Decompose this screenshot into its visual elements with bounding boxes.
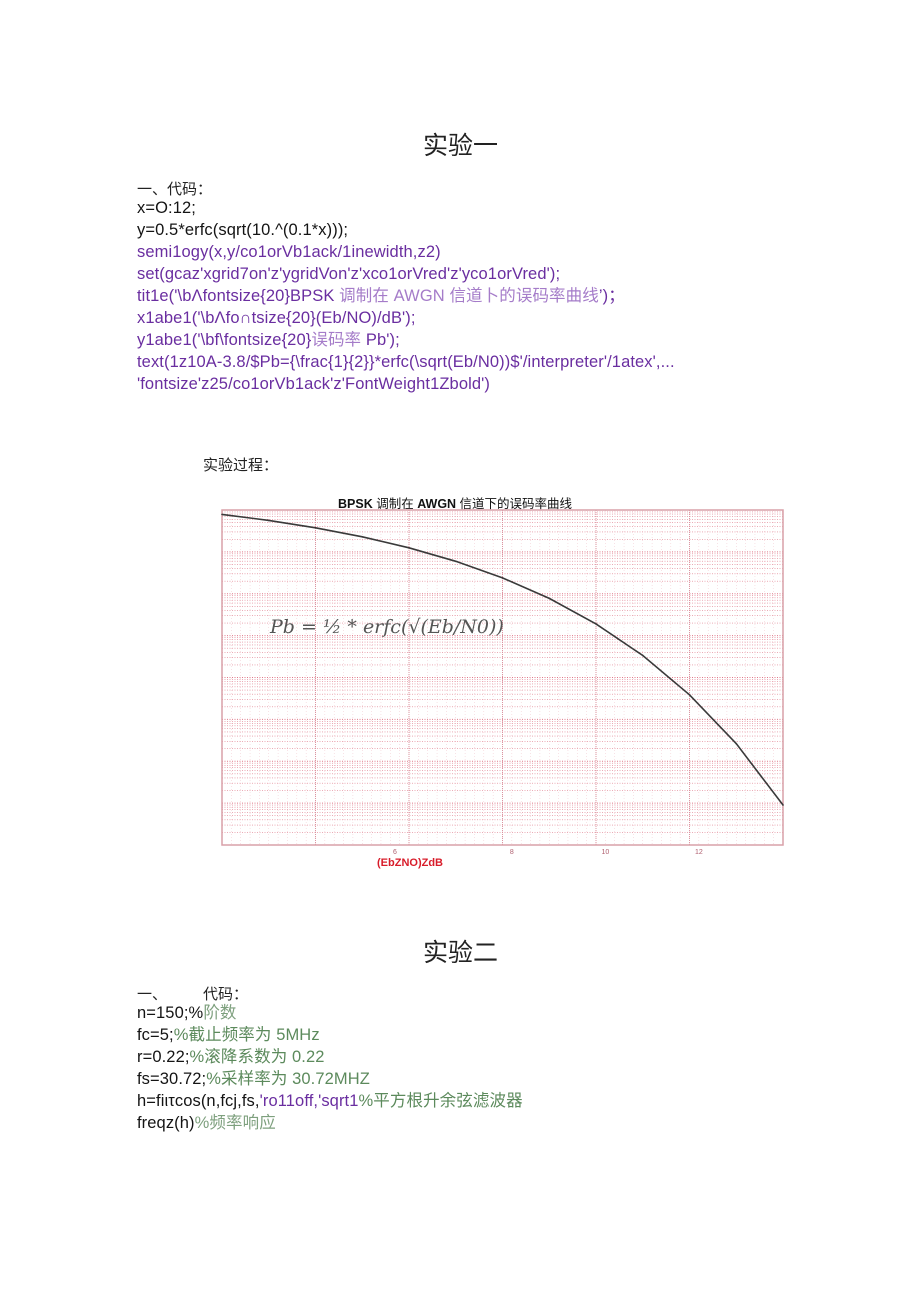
x-tick-label: 12 — [695, 849, 703, 856]
code-token: %截止频率为 5MHz — [173, 1026, 320, 1044]
data-point — [314, 527, 317, 529]
x-tick-label: 6 — [393, 849, 397, 856]
code-token: %平方根升余弦滤波器 — [358, 1092, 523, 1110]
code-line: n=150;%阶数 — [137, 1002, 523, 1024]
code-token: fs=30.72; — [137, 1070, 207, 1088]
code-token: 阶数 — [203, 1004, 237, 1022]
data-point — [267, 519, 270, 522]
data-point — [361, 536, 364, 538]
code-token: 'ro11off,'sqrt1 — [259, 1092, 359, 1110]
chart-grid — [221, 510, 784, 846]
code-line: h=fiιτcos(n,fcj,fs,'ro11off,'sqrt1%平方根升余… — [137, 1090, 523, 1112]
formula-annotation: Pb = ½ * erfc(√(Eb/N0)) — [269, 616, 504, 638]
code-token: %频率响应 — [194, 1114, 276, 1132]
code-token: %滚降系数为 0.22 — [189, 1048, 325, 1066]
code-line: fs=30.72;%采样率为 30.72MHZ — [137, 1068, 523, 1090]
code-token: r=0.22; — [137, 1048, 190, 1066]
data-point — [782, 804, 784, 806]
code-token: n=150;% — [137, 1004, 204, 1022]
code-token: freqz(h) — [137, 1114, 195, 1132]
x-tick-label: 8 — [510, 849, 514, 856]
data-point — [221, 513, 223, 516]
code-token: %采样率为 30.72MHZ — [206, 1070, 370, 1088]
x-tick-labels: 6 8 10 12 — [393, 849, 703, 856]
data-point — [735, 742, 738, 745]
data-point — [408, 547, 410, 549]
section2-code-block: n=150;%阶数 fc=5;%截止频率为 5MHz r=0.22;%滚降系数为 0… — [137, 1002, 523, 1134]
code-token: h=fiιτcos(n,fcj,fs, — [137, 1092, 260, 1110]
code-token: fc=5; — [137, 1026, 174, 1044]
curve-points — [221, 513, 784, 806]
data-point — [641, 654, 644, 657]
code-line: fc=5;%截止频率为 5MHz — [137, 1024, 523, 1046]
section2-code-heading: 代码： — [203, 985, 249, 1003]
data-point — [688, 693, 691, 696]
section2-code-heading-num: 一、 — [137, 985, 168, 1003]
data-point — [548, 597, 551, 600]
section2-title: 实验二 — [423, 938, 499, 967]
code-line: freqz(h)%频率响应 — [137, 1112, 523, 1134]
x-tick-label: 10 — [601, 849, 609, 856]
data-point — [454, 560, 457, 563]
x-axis-label: (EbZNO)ZdB — [377, 857, 443, 869]
code-line: r=0.22;%滚降系数为 0.22 — [137, 1046, 523, 1068]
data-point — [595, 623, 597, 625]
data-point — [501, 577, 504, 579]
